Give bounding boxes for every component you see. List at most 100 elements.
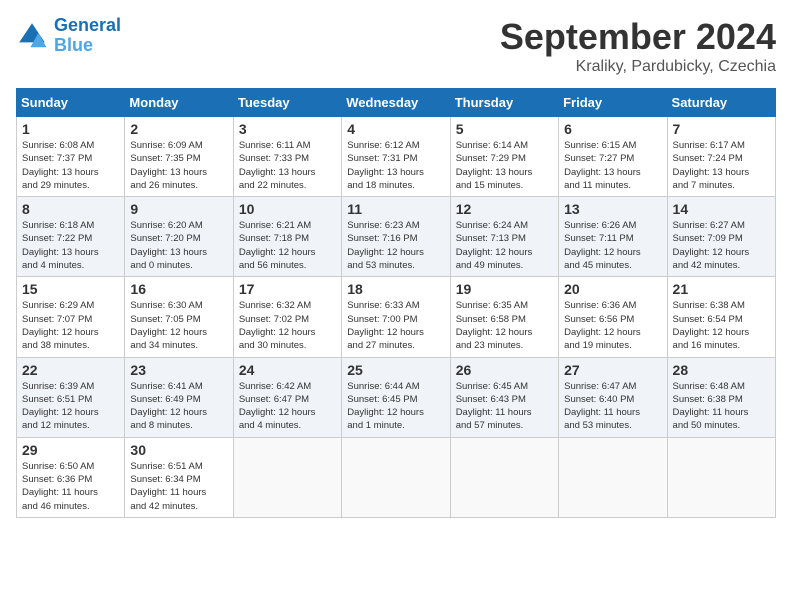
calendar-cell <box>559 437 667 517</box>
day-number: 24 <box>239 362 336 378</box>
day-number: 18 <box>347 281 444 297</box>
day-number: 23 <box>130 362 227 378</box>
month-title: September 2024 <box>500 16 776 58</box>
column-header-friday: Friday <box>559 89 667 117</box>
calendar-cell: 8 Sunrise: 6:18 AM Sunset: 7:22 PM Daylig… <box>17 197 125 277</box>
column-header-thursday: Thursday <box>450 89 558 117</box>
calendar-week-4: 22Sunrise: 6:39 AM Sunset: 6:51 PM Dayli… <box>17 357 776 437</box>
day-number: 21 <box>673 281 770 297</box>
day-detail: Sunrise: 6:27 AM Sunset: 7:09 PM Dayligh… <box>673 219 770 272</box>
day-detail: Sunrise: 6:50 AM Sunset: 6:36 PM Dayligh… <box>22 460 119 513</box>
calendar-cell: 16 Sunrise: 6:30 AM Sunset: 7:05 PM Dayli… <box>125 277 233 357</box>
calendar-cell: 30Sunrise: 6:51 AM Sunset: 6:34 PM Dayli… <box>125 437 233 517</box>
calendar-cell <box>342 437 450 517</box>
day-number: 6 <box>564 121 661 137</box>
day-number: 5 <box>456 121 553 137</box>
day-number: 29 <box>22 442 119 458</box>
calendar-cell: 7 Sunrise: 6:17 AM Sunset: 7:24 PM Daylig… <box>667 117 775 197</box>
calendar-cell: 25 Sunrise: 6:44 AM Sunset: 6:45 PM Dayli… <box>342 357 450 437</box>
calendar-cell: 9Sunrise: 6:20 AM Sunset: 7:20 PM Daylig… <box>125 197 233 277</box>
day-number: 25 <box>347 362 444 378</box>
day-number: 2 <box>130 121 227 137</box>
day-detail: Sunrise: 6:08 AM Sunset: 7:37 PM Dayligh… <box>22 139 119 192</box>
calendar-cell: 2 Sunrise: 6:09 AM Sunset: 7:35 PM Daylig… <box>125 117 233 197</box>
calendar-week-2: 8 Sunrise: 6:18 AM Sunset: 7:22 PM Daylig… <box>17 197 776 277</box>
day-detail: Sunrise: 6:23 AM Sunset: 7:16 PM Dayligh… <box>347 219 444 272</box>
day-detail: Sunrise: 6:48 AM Sunset: 6:38 PM Dayligh… <box>673 380 770 433</box>
day-detail: Sunrise: 6:11 AM Sunset: 7:33 PM Dayligh… <box>239 139 336 192</box>
day-detail: Sunrise: 6:18 AM Sunset: 7:22 PM Dayligh… <box>22 219 119 272</box>
day-detail: Sunrise: 6:39 AM Sunset: 6:51 PM Dayligh… <box>22 380 119 433</box>
page-header: General Blue September 2024 Kraliky, Par… <box>16 16 776 76</box>
day-number: 3 <box>239 121 336 137</box>
calendar-cell <box>450 437 558 517</box>
column-header-monday: Monday <box>125 89 233 117</box>
calendar-cell: 21Sunrise: 6:38 AM Sunset: 6:54 PM Dayli… <box>667 277 775 357</box>
day-number: 14 <box>673 201 770 217</box>
day-number: 8 <box>22 201 119 217</box>
location: Kraliky, Pardubicky, Czechia <box>500 58 776 76</box>
calendar-cell: 15 Sunrise: 6:29 AM Sunset: 7:07 PM Dayli… <box>17 277 125 357</box>
day-detail: Sunrise: 6:30 AM Sunset: 7:05 PM Dayligh… <box>130 299 227 352</box>
day-detail: Sunrise: 6:09 AM Sunset: 7:35 PM Dayligh… <box>130 139 227 192</box>
day-detail: Sunrise: 6:35 AM Sunset: 6:58 PM Dayligh… <box>456 299 553 352</box>
day-number: 15 <box>22 281 119 297</box>
day-detail: Sunrise: 6:15 AM Sunset: 7:27 PM Dayligh… <box>564 139 661 192</box>
calendar-cell: 6 Sunrise: 6:15 AM Sunset: 7:27 PM Daylig… <box>559 117 667 197</box>
day-detail: Sunrise: 6:26 AM Sunset: 7:11 PM Dayligh… <box>564 219 661 272</box>
calendar-table: SundayMondayTuesdayWednesdayThursdayFrid… <box>16 88 776 518</box>
calendar-cell: 19 Sunrise: 6:35 AM Sunset: 6:58 PM Dayli… <box>450 277 558 357</box>
calendar-cell: 10 Sunrise: 6:21 AM Sunset: 7:18 PM Dayli… <box>233 197 341 277</box>
day-number: 27 <box>564 362 661 378</box>
day-number: 17 <box>239 281 336 297</box>
day-number: 20 <box>564 281 661 297</box>
day-detail: Sunrise: 6:51 AM Sunset: 6:34 PM Dayligh… <box>130 460 227 513</box>
calendar-cell: 23 Sunrise: 6:41 AM Sunset: 6:49 PM Dayli… <box>125 357 233 437</box>
calendar-cell <box>667 437 775 517</box>
day-number: 9 <box>130 201 227 217</box>
calendar-cell: 27Sunrise: 6:47 AM Sunset: 6:40 PM Dayli… <box>559 357 667 437</box>
calendar-cell: 13Sunrise: 6:26 AM Sunset: 7:11 PM Dayli… <box>559 197 667 277</box>
column-header-tuesday: Tuesday <box>233 89 341 117</box>
calendar-cell: 26Sunrise: 6:45 AM Sunset: 6:43 PM Dayli… <box>450 357 558 437</box>
day-detail: Sunrise: 6:24 AM Sunset: 7:13 PM Dayligh… <box>456 219 553 272</box>
logo-line1: General <box>54 15 121 35</box>
calendar-cell: 24Sunrise: 6:42 AM Sunset: 6:47 PM Dayli… <box>233 357 341 437</box>
calendar-cell <box>233 437 341 517</box>
day-number: 10 <box>239 201 336 217</box>
calendar-cell: 11 Sunrise: 6:23 AM Sunset: 7:16 PM Dayli… <box>342 197 450 277</box>
day-number: 1 <box>22 121 119 137</box>
day-detail: Sunrise: 6:14 AM Sunset: 7:29 PM Dayligh… <box>456 139 553 192</box>
calendar-cell: 22Sunrise: 6:39 AM Sunset: 6:51 PM Dayli… <box>17 357 125 437</box>
logo-text: General Blue <box>54 16 121 56</box>
day-detail: Sunrise: 6:44 AM Sunset: 6:45 PM Dayligh… <box>347 380 444 433</box>
day-detail: Sunrise: 6:29 AM Sunset: 7:07 PM Dayligh… <box>22 299 119 352</box>
day-detail: Sunrise: 6:17 AM Sunset: 7:24 PM Dayligh… <box>673 139 770 192</box>
day-detail: Sunrise: 6:12 AM Sunset: 7:31 PM Dayligh… <box>347 139 444 192</box>
day-detail: Sunrise: 6:32 AM Sunset: 7:02 PM Dayligh… <box>239 299 336 352</box>
calendar-week-1: 1 Sunrise: 6:08 AM Sunset: 7:37 PM Daylig… <box>17 117 776 197</box>
column-header-sunday: Sunday <box>17 89 125 117</box>
calendar-cell: 20Sunrise: 6:36 AM Sunset: 6:56 PM Dayli… <box>559 277 667 357</box>
calendar-cell: 1 Sunrise: 6:08 AM Sunset: 7:37 PM Daylig… <box>17 117 125 197</box>
day-number: 12 <box>456 201 553 217</box>
calendar-cell: 29 Sunrise: 6:50 AM Sunset: 6:36 PM Dayli… <box>17 437 125 517</box>
calendar-cell: 4Sunrise: 6:12 AM Sunset: 7:31 PM Daylig… <box>342 117 450 197</box>
calendar-body: 1 Sunrise: 6:08 AM Sunset: 7:37 PM Daylig… <box>17 117 776 518</box>
day-detail: Sunrise: 6:21 AM Sunset: 7:18 PM Dayligh… <box>239 219 336 272</box>
calendar-cell: 12 Sunrise: 6:24 AM Sunset: 7:13 PM Dayli… <box>450 197 558 277</box>
day-number: 19 <box>456 281 553 297</box>
calendar-cell: 28Sunrise: 6:48 AM Sunset: 6:38 PM Dayli… <box>667 357 775 437</box>
calendar-cell: 14 Sunrise: 6:27 AM Sunset: 7:09 PM Dayli… <box>667 197 775 277</box>
calendar-week-3: 15 Sunrise: 6:29 AM Sunset: 7:07 PM Dayli… <box>17 277 776 357</box>
day-number: 16 <box>130 281 227 297</box>
calendar-cell: 3 Sunrise: 6:11 AM Sunset: 7:33 PM Daylig… <box>233 117 341 197</box>
logo-line2: Blue <box>54 35 93 55</box>
logo-icon <box>16 20 48 52</box>
column-header-saturday: Saturday <box>667 89 775 117</box>
day-number: 11 <box>347 201 444 217</box>
calendar-cell: 17 Sunrise: 6:32 AM Sunset: 7:02 PM Dayli… <box>233 277 341 357</box>
column-header-wednesday: Wednesday <box>342 89 450 117</box>
day-detail: Sunrise: 6:41 AM Sunset: 6:49 PM Dayligh… <box>130 380 227 433</box>
day-number: 7 <box>673 121 770 137</box>
